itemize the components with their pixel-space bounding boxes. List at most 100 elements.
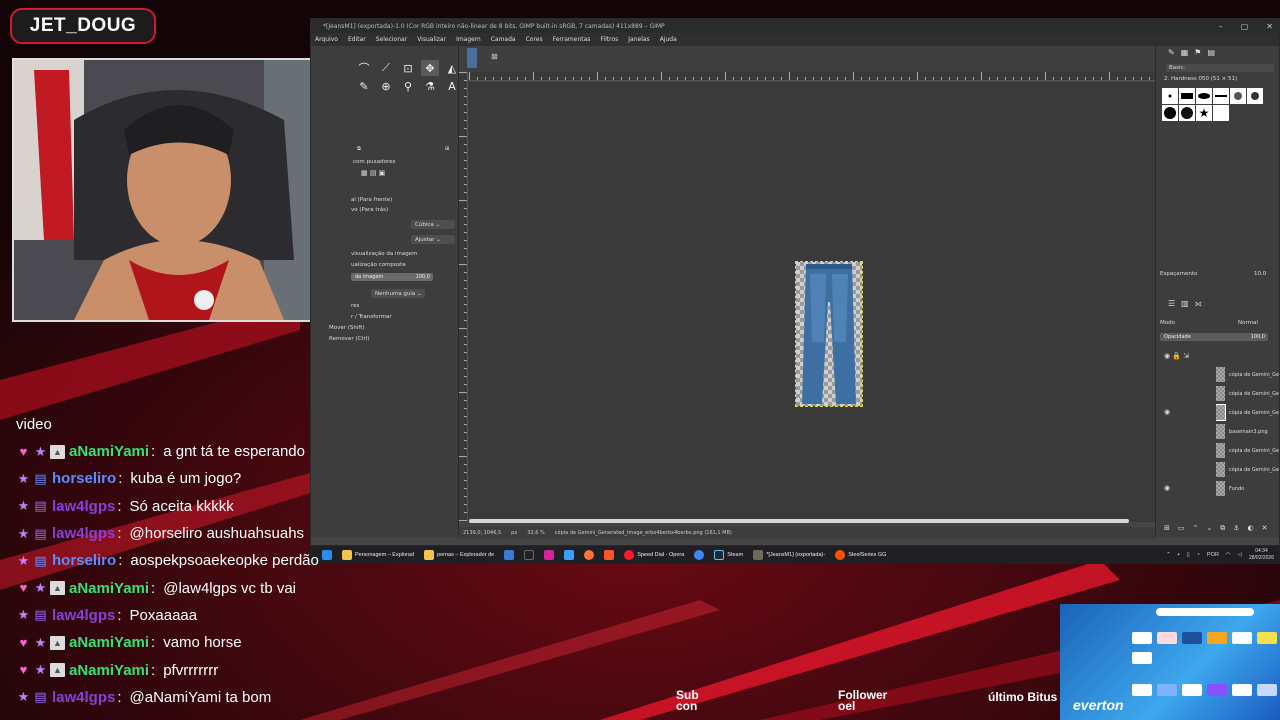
fuzzy-select-icon[interactable]: ⟋: [377, 60, 395, 76]
clipping-select[interactable]: Ajustar ⌄: [411, 235, 455, 244]
heart-badge-icon[interactable]: ♥: [16, 663, 31, 677]
brush-star-icon[interactable]: ★: [1196, 105, 1212, 121]
tray-volume-icon[interactable]: ◁: [1238, 552, 1242, 558]
taskbar-app[interactable]: [524, 550, 535, 560]
delete-layer-icon[interactable]: ✕: [1262, 524, 1268, 533]
jeans-layer-image[interactable]: [795, 261, 863, 407]
tray-network-icon[interactable]: ◔: [1197, 552, 1200, 558]
star-badge-icon[interactable]: ★: [33, 663, 48, 677]
unit-select[interactable]: px: [511, 530, 517, 536]
star-badge-icon[interactable]: ★: [33, 635, 48, 650]
brush-block-icon[interactable]: [1179, 88, 1195, 104]
tray-wifi-icon[interactable]: ◠: [1226, 552, 1231, 558]
brush-empty-icon[interactable]: [1213, 105, 1229, 121]
vertical-ruler[interactable]: [459, 72, 468, 522]
taskbar-gimp[interactable]: *[JeansM1] (exportada)-: [753, 550, 825, 560]
taskbar-steam[interactable]: Steam: [714, 550, 743, 560]
horizontal-ruler[interactable]: [469, 72, 1155, 81]
taskbar-app[interactable]: [544, 550, 555, 560]
menu-visualizar[interactable]: Visualizar: [417, 36, 446, 43]
direction-backward-option[interactable]: vo (Para trás): [351, 207, 388, 213]
close-icon[interactable]: ✕: [1266, 22, 1273, 31]
taskbar-app[interactable]: [604, 550, 615, 560]
chat-username[interactable]: law4lgps: [52, 498, 115, 515]
heart-badge-icon[interactable]: ♥: [16, 444, 31, 459]
chat-username[interactable]: aNamiYami: [69, 662, 149, 679]
taskbar-app[interactable]: [564, 550, 575, 560]
menu-selecionar[interactable]: Selecionar: [376, 36, 407, 43]
tool-options-menu-icon[interactable]: ⊞: [445, 146, 450, 152]
menu-ajuda[interactable]: Ajuda: [660, 36, 677, 43]
chat-username[interactable]: aNamiYami: [69, 634, 149, 651]
brush-ellipse-icon[interactable]: [1196, 88, 1212, 104]
paintbrush-icon[interactable]: ✎: [355, 78, 373, 94]
brush-dot-icon[interactable]: [1162, 88, 1178, 104]
layer-row-selected[interactable]: cópia de Gemini_Ge: [1216, 404, 1279, 421]
guides-select[interactable]: Nenhuma guia ⌄: [371, 289, 425, 298]
mod-badge-icon[interactable]: ▲: [50, 663, 65, 678]
image-opacity-slider[interactable]: da imagem 100,0: [351, 273, 433, 281]
tray-overflow-icon[interactable]: ⌃: [1166, 552, 1171, 558]
star-badge-icon[interactable]: ★: [16, 553, 31, 568]
star-badge-icon[interactable]: ★: [16, 471, 31, 486]
chat-username[interactable]: horseliro: [52, 552, 116, 569]
smudge-icon[interactable]: ⚲: [399, 78, 417, 94]
lock-icons[interactable]: ◉ 🔒 ⇲: [1164, 352, 1189, 360]
sub-badge-icon[interactable]: ▤: [33, 499, 48, 513]
star-badge-icon[interactable]: ★: [33, 444, 48, 459]
constraint-option[interactable]: r / Transformar: [351, 314, 392, 320]
chat-username[interactable]: law4lgps: [52, 607, 115, 624]
brush-circle2-icon[interactable]: [1179, 105, 1195, 121]
dodge-icon[interactable]: ⚗: [421, 78, 439, 94]
interpolation-select[interactable]: Cúbica ⌄: [411, 220, 455, 229]
star-badge-icon[interactable]: ★: [33, 581, 48, 595]
pin-icon[interactable]: ⧉: [357, 146, 361, 153]
taskbar-explorer-pernas[interactable]: pernas – Explorador de: [424, 550, 494, 560]
handle-mode-icons[interactable]: ▦ ▤ ▣: [361, 169, 385, 177]
anchor-layer-icon[interactable]: ⚓: [1233, 524, 1239, 533]
chat-username[interactable]: horseliro: [52, 470, 116, 487]
channels-tab-icon[interactable]: ▥: [1181, 299, 1189, 309]
sub-badge-icon[interactable]: ▤: [33, 526, 48, 541]
heart-badge-icon[interactable]: ♥: [16, 581, 31, 595]
taskbar-app[interactable]: [504, 550, 515, 560]
crop-icon[interactable]: ⊡: [399, 60, 417, 76]
opacity-slider[interactable]: Opacidade 100,0: [1160, 333, 1268, 341]
new-layer-icon[interactable]: ⊞: [1164, 524, 1170, 533]
visibility-eye-icon[interactable]: ◉: [1164, 484, 1170, 492]
mod-badge-icon[interactable]: ▲: [50, 635, 65, 650]
tray-battery-icon[interactable]: ▯: [1187, 552, 1190, 558]
chat-username[interactable]: aNamiYami: [69, 443, 149, 460]
free-select-icon[interactable]: ⌒: [355, 60, 373, 76]
composite-preview-option[interactable]: ualização composta: [351, 262, 406, 268]
layer-row[interactable]: cópia de Gemini_Ge: [1216, 442, 1279, 459]
chat-username[interactable]: law4lgps: [52, 689, 115, 706]
tray-language[interactable]: POR: [1207, 552, 1219, 558]
font-tab-icon[interactable]: ⚑: [1194, 48, 1201, 57]
document-tab-icon[interactable]: ▤: [1207, 48, 1215, 57]
brush-tab-icon[interactable]: ✎: [1168, 48, 1175, 57]
layers-tab-icon[interactable]: ☰: [1168, 299, 1175, 309]
mask-layer-icon[interactable]: ◐: [1248, 524, 1254, 533]
minimize-icon[interactable]: –: [1219, 22, 1223, 31]
brush-circle-icon[interactable]: [1162, 105, 1178, 121]
menu-ferramentas[interactable]: Ferramentas: [553, 36, 591, 43]
taskbar-app[interactable]: [584, 550, 595, 560]
menu-janelas[interactable]: Janelas: [628, 36, 649, 43]
sub-badge-icon[interactable]: ▤: [33, 553, 48, 568]
sub-badge-icon[interactable]: ▤: [33, 690, 48, 704]
image-tab-thumbnail[interactable]: [467, 48, 477, 68]
menu-camada[interactable]: Camada: [491, 36, 516, 43]
chat-username[interactable]: law4lgps: [52, 525, 115, 542]
brush-soft-icon[interactable]: [1230, 88, 1246, 104]
sub-badge-icon[interactable]: ▤: [33, 608, 48, 622]
tray-clock[interactable]: 04:34 28/02/2026: [1249, 548, 1274, 562]
spacing-value[interactable]: 10,0: [1254, 271, 1266, 277]
sub-badge-icon[interactable]: ▤: [33, 471, 48, 486]
heart-badge-icon[interactable]: ♥: [16, 635, 31, 650]
pattern-tab-icon[interactable]: ▦: [1181, 48, 1189, 57]
horizontal-scrollbar[interactable]: [469, 519, 1129, 523]
star-badge-icon[interactable]: ★: [16, 499, 31, 513]
menu-imagem[interactable]: Imagem: [456, 36, 481, 43]
star-badge-icon[interactable]: ★: [16, 690, 31, 704]
